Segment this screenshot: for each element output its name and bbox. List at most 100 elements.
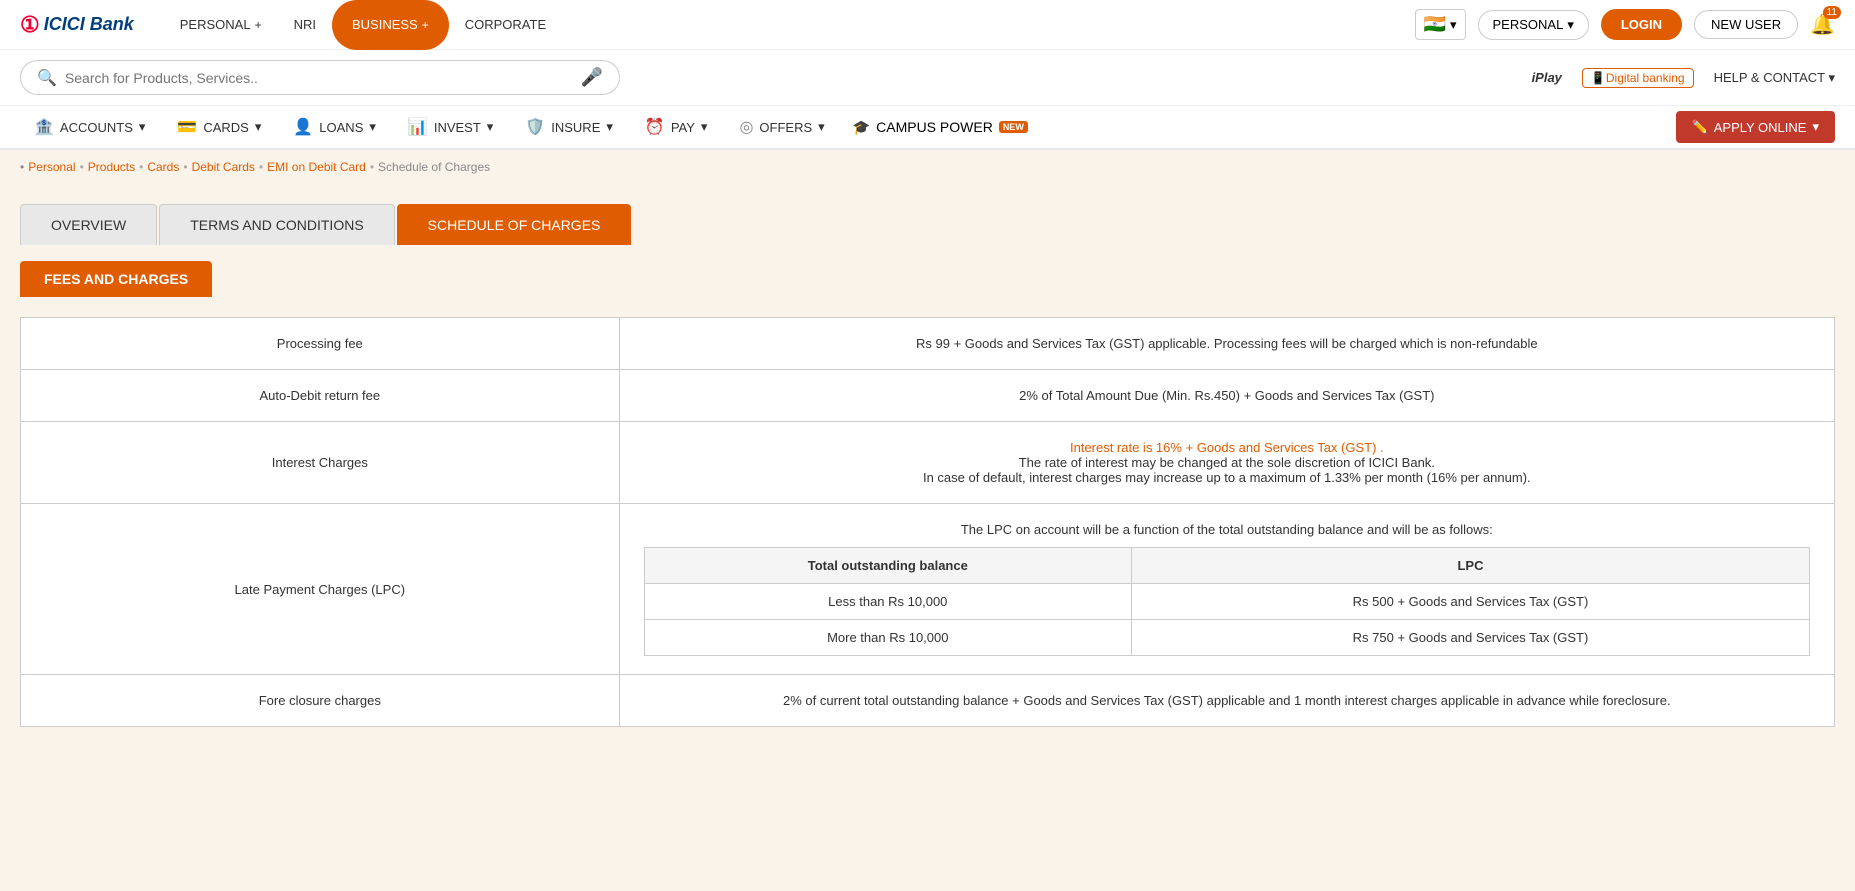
mainnav-cards[interactable]: 💳 CARDS ▾ [163,105,275,149]
offers-icon: ◎ [739,117,753,137]
digital-banking-icon: 📱 [1591,71,1606,85]
balance-more-10k: More than Rs 10,000 [644,620,1131,656]
dropdown-icon-invest: ▾ [487,119,494,135]
mainnav-invest[interactable]: 📊 INVEST ▾ [394,105,507,149]
breadcrumb-cards[interactable]: Cards [147,160,179,174]
tab-terms-conditions[interactable]: TERMS AND CONDITIONS [159,204,394,245]
balance-less-10k: Less than Rs 10,000 [644,584,1131,620]
tab-overview[interactable]: OVERVIEW [20,204,157,245]
digital-banking-logo[interactable]: 📱 Digital banking [1582,68,1694,88]
separator: • [80,160,84,174]
apply-online-button[interactable]: ✏️ APPLY ONLINE ▾ [1676,111,1835,143]
main-nav: 🏦 ACCOUNTS ▾ 💳 CARDS ▾ 👤 LOANS ▾ 📊 INVES… [0,106,1855,150]
nav-corporate[interactable]: CORPORATE [449,0,562,50]
icici-logo-icon: ① [20,12,40,38]
table-row: Processing fee Rs 99 + Goods and Service… [21,318,1835,370]
login-button[interactable]: LOGIN [1601,9,1682,40]
content-area: Processing fee Rs 99 + Goods and Service… [0,297,1855,767]
tabs-row: OVERVIEW TERMS AND CONDITIONS SCHEDULE O… [20,204,1835,245]
breadcrumb: • Personal • Products • Cards • Debit Ca… [0,150,1855,184]
help-contact-link[interactable]: HELP & CONTACT ▾ [1714,70,1835,86]
mainnav-pay[interactable]: ⏰ PAY ▾ [631,105,722,149]
invest-icon: 📊 [408,117,428,137]
dropdown-icon-pay: ▾ [701,119,708,135]
edit-icon: ✏️ [1692,119,1708,135]
mainnav-loans[interactable]: 👤 LOANS ▾ [279,105,390,149]
breadcrumb-debit-cards[interactable]: Debit Cards [192,160,255,174]
nav-nri[interactable]: NRI [278,0,332,50]
notification-count: 11 [1823,6,1841,19]
fee-value-auto-debit: 2% of Total Amount Due (Min. Rs.450) + G… [619,370,1834,422]
table-row: Less than Rs 10,000 Rs 500 + Goods and S… [644,584,1809,620]
bank-name: ICICI Bank [44,14,134,35]
bullet-icon: • [20,160,24,174]
notification-bell[interactable]: 🔔 11 [1810,12,1835,37]
dropdown-icon-cards: ▾ [255,119,262,135]
personal-button[interactable]: PERSONAL ▾ [1478,10,1589,40]
campus-power-icon: 🎓 [853,119,870,136]
table-row: Auto-Debit return fee 2% of Total Amount… [21,370,1835,422]
interest-line2: The rate of interest may be changed at t… [644,455,1810,470]
fee-name-interest: Interest Charges [21,422,620,504]
lpc-less-10k: Rs 500 + Goods and Services Tax (GST) [1131,584,1809,620]
top-nav-items: PERSONAL + NRI BUSINESS + CORPORATE [164,0,562,50]
fee-name-lpc: Late Payment Charges (LPC) [21,504,620,675]
top-right-area: 🇮🇳 ▾ PERSONAL ▾ LOGIN NEW USER 🔔 11 [1415,9,1835,40]
pay-icon: ⏰ [645,117,665,137]
breadcrumb-personal[interactable]: Personal [28,160,75,174]
iplay-logo[interactable]: iPlay [1532,70,1562,85]
search-bar: 🔍 🎤 iPlay 📱 Digital banking HELP & CONTA… [0,50,1855,106]
charges-table: Processing fee Rs 99 + Goods and Service… [20,317,1835,727]
dropdown-icon-offers: ▾ [818,119,825,135]
nav-personal[interactable]: PERSONAL + [164,0,278,50]
table-row: More than Rs 10,000 Rs 750 + Goods and S… [644,620,1809,656]
microphone-icon[interactable]: 🎤 [581,67,603,88]
nav-business[interactable]: BUSINESS + [332,0,449,50]
plus-icon-business: + [422,18,429,32]
table-header-row: Total outstanding balance LPC [644,548,1809,584]
lpc-intro-text: The LPC on account will be a function of… [644,522,1810,537]
dropdown-icon-loans: ▾ [369,119,376,135]
separator2: • [139,160,143,174]
flag-icon: 🇮🇳 [1424,14,1446,35]
fee-value-foreclosure: 2% of current total outstanding balance … [619,675,1834,727]
breadcrumb-products[interactable]: Products [88,160,135,174]
tab-schedule-charges[interactable]: SCHEDULE OF CHARGES [397,204,632,245]
fee-value-lpc: The LPC on account will be a function of… [619,504,1834,675]
fee-value-processing: Rs 99 + Goods and Services Tax (GST) app… [619,318,1834,370]
new-badge: NEW [999,121,1028,133]
new-user-button[interactable]: NEW USER [1694,10,1798,39]
search-input-wrap[interactable]: 🔍 🎤 [20,60,620,95]
plus-icon: + [255,18,262,32]
chevron-down-icon: ▾ [1567,17,1574,33]
table-row: Interest Charges Interest rate is 16% + … [21,422,1835,504]
mainnav-offers[interactable]: ◎ OFFERS ▾ [725,105,838,149]
separator5: • [370,160,374,174]
breadcrumb-current: Schedule of Charges [378,160,490,174]
search-input[interactable] [65,70,581,86]
interest-line1: Interest rate is 16% + Goods and Service… [644,440,1810,455]
mainnav-accounts[interactable]: 🏦 ACCOUNTS ▾ [20,105,159,149]
tabs-section: OVERVIEW TERMS AND CONDITIONS SCHEDULE O… [0,184,1855,297]
fee-name-auto-debit: Auto-Debit return fee [21,370,620,422]
logo[interactable]: ① ICICI Bank [20,12,134,38]
col-lpc: LPC [1131,548,1809,584]
mainnav-insure[interactable]: 🛡️ INSURE ▾ [511,105,627,149]
breadcrumb-emi[interactable]: EMI on Debit Card [267,160,366,174]
lpc-more-10k: Rs 750 + Goods and Services Tax (GST) [1131,620,1809,656]
insure-icon: 🛡️ [525,117,545,137]
separator4: • [259,160,263,174]
mainnav-campus-power[interactable]: 🎓 CAMPUS POWER NEW [843,119,1038,136]
table-row: Late Payment Charges (LPC) The LPC on ac… [21,504,1835,675]
lpc-nested-table: Total outstanding balance LPC Less than … [644,547,1810,656]
sub-tab-fees-charges[interactable]: FEES AND CHARGES [20,261,212,297]
fee-value-interest: Interest rate is 16% + Goods and Service… [619,422,1834,504]
chevron-down-icon-help: ▾ [1828,70,1835,85]
fee-name-processing: Processing fee [21,318,620,370]
loans-icon: 👤 [293,117,313,137]
cards-icon: 💳 [177,117,197,137]
dropdown-icon: ▾ [139,119,146,135]
dropdown-icon-insure: ▾ [606,119,613,135]
flag-selector[interactable]: 🇮🇳 ▾ [1415,9,1466,40]
table-row: Fore closure charges 2% of current total… [21,675,1835,727]
